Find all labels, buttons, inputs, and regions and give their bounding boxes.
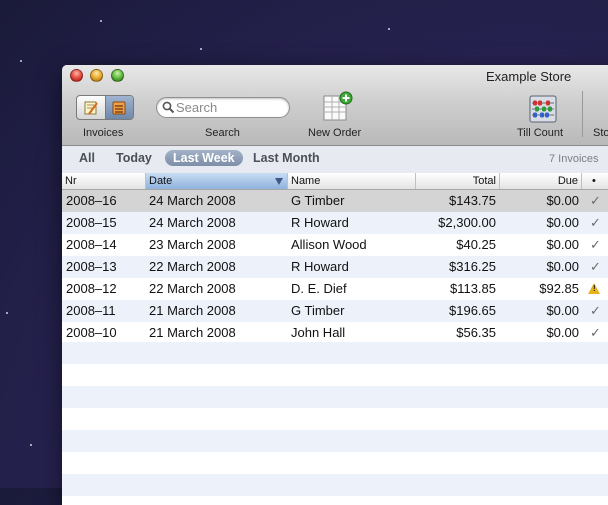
cell-name: G Timber (291, 303, 345, 318)
cell-total: $40.25 (456, 237, 496, 252)
cell-due: $0.00 (546, 193, 579, 208)
cell-name: R Howard (291, 215, 349, 230)
empty-table-area (62, 342, 608, 505)
invoice-list-icon (112, 101, 126, 114)
filter-last-week[interactable]: Last Week (165, 150, 243, 166)
cell-due: $92.85 (539, 281, 579, 296)
app-window: Example Store Invoices Search Search New… (62, 65, 608, 505)
till-count-label[interactable]: Till Count (517, 127, 563, 139)
desktop-star (388, 28, 390, 30)
cell-total: $143.75 (449, 193, 496, 208)
column-header-date[interactable]: Date (146, 173, 288, 189)
cell-nr: 2008–12 (66, 281, 117, 296)
cell-total: $196.65 (449, 303, 496, 318)
column-header-name[interactable]: Name (288, 173, 416, 189)
check-icon: ✓ (590, 303, 601, 318)
cell-total: $316.25 (449, 259, 496, 274)
table-row[interactable]: 2008–10 21 March 2008 John Hall $56.35 $… (62, 322, 608, 344)
cell-name: R Howard (291, 259, 349, 274)
sort-descending-icon (275, 178, 283, 185)
table-row[interactable]: 2008–15 24 March 2008 R Howard $2,300.00… (62, 212, 608, 234)
column-header-nr[interactable]: Nr (62, 173, 146, 189)
cell-nr: 2008–15 (66, 215, 117, 230)
new-order-label[interactable]: New Order (308, 127, 361, 139)
cell-name: G Timber (291, 193, 345, 208)
cell-name: Allison Wood (291, 237, 367, 252)
filter-last-month[interactable]: Last Month (253, 151, 320, 165)
filter-bar: All Today Last Week Last Month 7 Invoice… (62, 146, 608, 174)
check-icon: ✓ (590, 325, 601, 340)
warning-mark: ! (593, 284, 596, 293)
table-row[interactable]: 2008–12 22 March 2008 D. E. Dief $113.85… (62, 278, 608, 300)
cell-date: 22 March 2008 (149, 259, 236, 274)
store-label[interactable]: Sto (593, 127, 608, 139)
new-order-icon[interactable] (321, 91, 353, 123)
cell-total: $2,300.00 (438, 215, 496, 230)
abacus-icon[interactable] (529, 95, 557, 123)
cell-nr: 2008–13 (66, 259, 117, 274)
desktop-star (20, 60, 22, 62)
cell-nr: 2008–16 (66, 193, 117, 208)
cell-total: $113.85 (449, 281, 496, 296)
cell-total: $56.35 (456, 325, 496, 340)
magnifier-icon (162, 101, 175, 114)
cell-name: John Hall (291, 325, 346, 340)
table-row[interactable]: 2008–14 23 March 2008 Allison Wood $40.2… (62, 234, 608, 256)
filter-all[interactable]: All (79, 151, 95, 165)
cell-date: 22 March 2008 (149, 281, 236, 296)
window-title: Example Store (486, 69, 572, 84)
check-icon: ✓ (590, 193, 601, 208)
cell-due: $0.00 (546, 303, 579, 318)
pencil-note-icon (84, 101, 98, 115)
invoice-edit-view-button[interactable] (77, 96, 105, 119)
cell-date: 21 March 2008 (149, 325, 236, 340)
column-header-status[interactable]: • (582, 173, 608, 189)
desktop-star (30, 444, 32, 446)
table-row[interactable]: 2008–11 21 March 2008 G Timber $196.65 $… (62, 300, 608, 322)
search-label: Search (205, 127, 240, 139)
filter-today[interactable]: Today (116, 151, 152, 165)
check-icon: ✓ (590, 215, 601, 230)
check-icon: ✓ (590, 259, 601, 274)
search-field[interactable] (156, 97, 290, 118)
invoice-list-view-button[interactable] (104, 96, 133, 119)
cell-nr: 2008–10 (66, 325, 117, 340)
check-icon: ✓ (590, 237, 601, 252)
cell-date: 24 March 2008 (149, 215, 236, 230)
column-header-total[interactable]: Total (416, 173, 500, 189)
invoices-view-segmented-control[interactable] (76, 95, 134, 120)
cell-date: 23 March 2008 (149, 237, 236, 252)
cell-due: $0.00 (546, 259, 579, 274)
column-header-due[interactable]: Due (500, 173, 582, 189)
column-header-date-label: Date (149, 175, 173, 187)
invoice-count: 7 Invoices (549, 153, 599, 165)
cell-due: $0.00 (546, 325, 579, 340)
desktop-star (200, 48, 202, 50)
desktop-star (6, 312, 8, 314)
invoices-label: Invoices (83, 127, 124, 139)
cell-nr: 2008–11 (66, 303, 116, 318)
desktop-star (100, 20, 102, 22)
table-row[interactable]: 2008–13 22 March 2008 R Howard $316.25 $… (62, 256, 608, 278)
table-header: Nr Date Name Total Due • (62, 173, 608, 190)
window-toolbar: Example Store Invoices Search Search New… (62, 65, 608, 146)
invoice-table: Nr Date Name Total Due • 2008–16 24 Marc… (62, 173, 608, 344)
cell-date: 21 March 2008 (149, 303, 236, 318)
cell-nr: 2008–14 (66, 237, 117, 252)
search-input[interactable] (176, 99, 281, 116)
zoom-button-icon[interactable] (111, 69, 124, 82)
cell-date: 24 March 2008 (149, 193, 236, 208)
cell-due: $0.00 (546, 215, 579, 230)
toolbar-separator (582, 91, 583, 137)
minimize-button-icon[interactable] (90, 69, 103, 82)
table-row[interactable]: 2008–16 24 March 2008 G Timber $143.75 $… (62, 190, 608, 212)
close-button-icon[interactable] (70, 69, 83, 82)
cell-due: $0.00 (546, 237, 579, 252)
cell-name: D. E. Dief (291, 281, 347, 296)
